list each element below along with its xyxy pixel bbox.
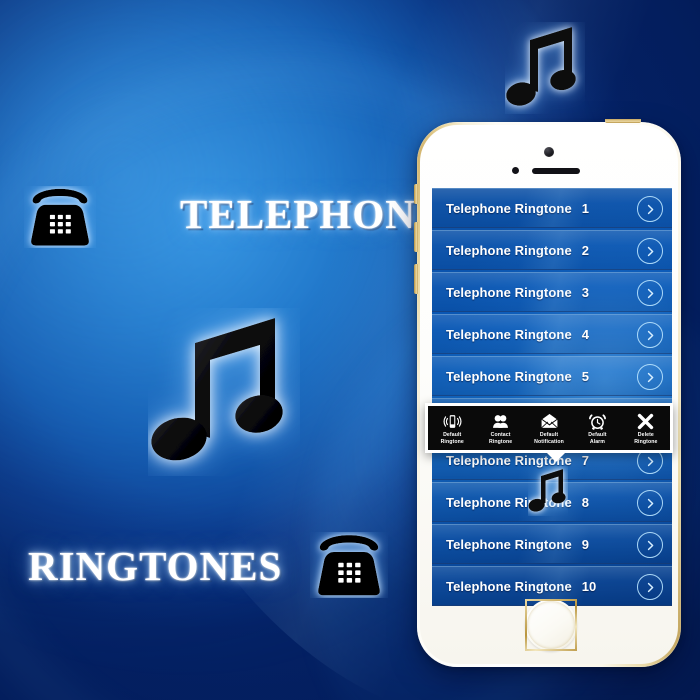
list-item[interactable]: Telephone Ringtone 4	[432, 314, 672, 354]
ringtone-number: 10	[581, 578, 597, 594]
ringtone-number: 8	[581, 494, 590, 510]
menu-item-line1: Default	[443, 432, 462, 438]
ringtone-number: 4	[581, 326, 590, 342]
menu-item-line1: Default	[539, 432, 559, 438]
ringtone-label: Telephone Ringtone	[446, 326, 572, 342]
list-item[interactable]: Telephone Ringtone 2	[432, 230, 672, 270]
close-x-icon	[636, 411, 656, 431]
proximity-sensor-icon	[512, 167, 519, 174]
menu-item-default-ringtone[interactable]: Default Ringtone	[428, 406, 476, 450]
chevron-right-icon[interactable]	[637, 322, 663, 348]
page-title-ringtones: RINGTONES	[28, 543, 283, 589]
chevron-right-icon[interactable]	[637, 364, 663, 390]
phone-device-frame: Telephone Ringtone 1 Telephone Ringtone …	[414, 119, 681, 667]
list-item[interactable]: Telephone Ringtone 5	[432, 356, 672, 396]
chevron-right-icon[interactable]	[637, 490, 663, 516]
contact-icon	[491, 411, 511, 431]
menu-item-line2: Alarm	[589, 439, 606, 445]
ringtone-number: 5	[581, 368, 590, 384]
phone-screen: Telephone Ringtone 1 Telephone Ringtone …	[432, 188, 672, 606]
ringtone-label: Telephone Ringtone	[446, 284, 572, 300]
context-menu-pointer	[546, 452, 566, 462]
music-note-icon	[505, 22, 585, 114]
chevron-right-icon[interactable]	[637, 574, 663, 600]
music-note-icon	[528, 466, 568, 516]
volume-down-button[interactable]	[414, 264, 418, 294]
ringtone-list: Telephone Ringtone 1 Telephone Ringtone …	[432, 188, 672, 606]
envelope-icon	[539, 411, 559, 431]
mute-switch[interactable]	[414, 184, 418, 204]
ringtone-context-menu[interactable]: Default Ringtone Contact Ringtone Defaul…	[425, 403, 673, 453]
chevron-right-icon[interactable]	[637, 532, 663, 558]
menu-item-default-notification[interactable]: Default Notification	[525, 406, 573, 450]
ringtone-number: 9	[581, 536, 590, 552]
ringtone-label: Telephone Ringtone	[446, 536, 572, 552]
chevron-right-icon[interactable]	[637, 238, 663, 264]
ringtone-number: 3	[581, 284, 590, 300]
ringtone-label: Telephone Ringtone	[446, 200, 572, 216]
chevron-right-icon[interactable]	[637, 280, 663, 306]
list-item[interactable]: Telephone Ringtone 3	[432, 272, 672, 312]
telephone-icon	[24, 186, 96, 248]
menu-item-line2: Ringtone	[440, 439, 464, 445]
ringing-phone-icon	[442, 411, 462, 431]
menu-item-line1: Default	[588, 432, 607, 438]
menu-item-line2: Ringtone	[634, 439, 658, 445]
menu-item-line2: Notification	[534, 439, 564, 445]
list-item[interactable]: Telephone Ringtone 1	[432, 188, 672, 228]
front-camera-icon	[544, 147, 554, 157]
music-note-icon	[148, 308, 300, 476]
menu-item-contact-ringtone[interactable]: Contact Ringtone	[476, 406, 524, 450]
ringtone-number: 2	[581, 242, 590, 258]
context-menu-inner: Default Ringtone Contact Ringtone Defaul…	[428, 406, 670, 450]
power-button[interactable]	[605, 119, 641, 123]
telephone-icon	[310, 532, 388, 598]
alarm-clock-icon	[587, 411, 607, 431]
menu-item-line2: Ringtone	[488, 439, 513, 445]
menu-item-line1: Delete	[637, 432, 654, 438]
ringtone-number: 7	[581, 452, 590, 468]
volume-up-button[interactable]	[414, 222, 418, 252]
ringtone-label: Telephone Ringtone	[446, 242, 572, 258]
phone-device-body: Telephone Ringtone 1 Telephone Ringtone …	[420, 125, 678, 664]
poster-canvas: TELEPHONE RINGTONES Telephone Ringtone 1	[0, 0, 700, 700]
ringtone-label: Telephone Ringtone	[446, 368, 572, 384]
home-button[interactable]	[525, 599, 577, 651]
ringtone-number: 1	[581, 200, 590, 216]
chevron-right-icon[interactable]	[637, 196, 663, 222]
list-item[interactable]: Telephone Ringtone 9	[432, 524, 672, 564]
ringtone-label: Telephone Ringtone	[446, 578, 572, 594]
menu-item-line1: Contact	[490, 432, 511, 438]
page-title-telephone: TELEPHONE	[180, 191, 445, 237]
menu-item-default-alarm[interactable]: Default Alarm	[573, 406, 621, 450]
earpiece-speaker-icon	[532, 168, 580, 174]
menu-item-delete-ringtone[interactable]: Delete Ringtone	[622, 406, 670, 450]
